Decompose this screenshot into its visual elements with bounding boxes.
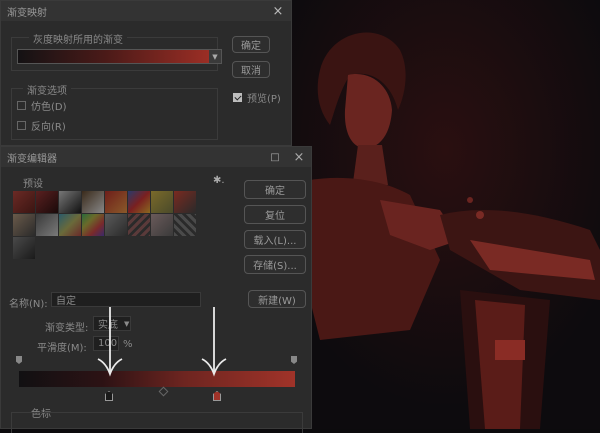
color-stop-group — [11, 412, 303, 433]
preset-swatch[interactable] — [36, 214, 58, 236]
background-photo — [290, 0, 600, 429]
gradient-map-titlebar[interactable]: 渐变映射 × — [1, 1, 291, 21]
arrow-down-icon — [97, 307, 123, 377]
preset-swatch[interactable] — [105, 214, 127, 236]
color-stop-red[interactable] — [213, 391, 221, 401]
opacity-stop-right[interactable] — [291, 356, 297, 364]
options-group-label: 渐变选项 — [23, 82, 71, 97]
preset-swatch[interactable] — [36, 191, 58, 213]
preset-swatch[interactable] — [128, 214, 150, 236]
ok-button[interactable]: 确定 — [232, 36, 270, 53]
preset-swatch[interactable] — [13, 237, 35, 259]
reset-button[interactable]: 复位 — [244, 205, 306, 224]
new-button[interactable]: 新建(W) — [248, 290, 306, 308]
preset-swatch[interactable] — [174, 191, 196, 213]
gear-icon[interactable]: ✱. — [213, 175, 225, 186]
ok-button[interactable]: 确定 — [244, 180, 306, 199]
cancel-button[interactable]: 取消 — [232, 61, 270, 78]
chevron-down-icon: ▼ — [124, 319, 130, 328]
preset-swatch[interactable] — [105, 191, 127, 213]
preview-label: 预览(P) — [247, 94, 281, 105]
gradient-map-dialog: 渐变映射 × 灰度映射所用的渐变 ▼ 渐变选项 仿色(D) 反向(R) 确定 取… — [0, 0, 292, 146]
preview-checkbox[interactable]: 预览(P) — [233, 90, 281, 105]
smoothness-unit: % — [123, 339, 133, 350]
preset-swatch[interactable] — [128, 191, 150, 213]
preset-swatch[interactable] — [59, 214, 81, 236]
smoothness-label: 平滑度(M): — [37, 343, 87, 354]
preset-swatch[interactable] — [13, 191, 35, 213]
gradient-dropdown-arrow[interactable]: ▼ — [209, 49, 222, 64]
gradient-bar[interactable] — [19, 371, 295, 387]
gradient-preview[interactable] — [17, 49, 211, 64]
preset-swatch[interactable] — [151, 214, 173, 236]
checkbox-checked-icon[interactable] — [233, 93, 242, 102]
preset-swatch[interactable] — [82, 214, 104, 236]
dither-label: 仿色(D) — [31, 102, 67, 113]
preset-swatch[interactable] — [13, 214, 35, 236]
gradient-map-title: 渐变映射 — [7, 7, 47, 19]
reverse-checkbox[interactable]: 反向(R) — [17, 118, 66, 133]
arrow-down-icon — [201, 307, 227, 377]
gradient-editor-titlebar[interactable]: 渐变编辑器 □ × — [1, 147, 311, 167]
type-label: 渐变类型: — [45, 323, 89, 334]
preset-swatch[interactable] — [59, 191, 81, 213]
close-icon[interactable]: × — [271, 4, 285, 19]
preset-swatches — [13, 191, 201, 263]
gradient-group-label: 灰度映射所用的渐变 — [29, 31, 127, 46]
color-stop-dark[interactable] — [105, 391, 113, 401]
save-button[interactable]: 存储(S)... — [244, 255, 306, 274]
checkbox-icon[interactable] — [17, 101, 26, 110]
preset-swatch[interactable] — [174, 214, 196, 236]
name-input[interactable]: 自定 — [51, 292, 201, 307]
maximize-icon[interactable]: □ — [269, 151, 281, 163]
reverse-label: 反向(R) — [31, 122, 66, 133]
midpoint-diamond-icon[interactable] — [158, 386, 169, 397]
preset-swatch[interactable] — [151, 191, 173, 213]
gradient-editor-dialog: 渐变编辑器 □ × 预设 ✱. 确定 复位 载入(L)... 存储(S)... … — [0, 146, 312, 433]
presets-label: 预设 — [23, 179, 43, 190]
checkbox-icon[interactable] — [17, 121, 26, 130]
load-button[interactable]: 载入(L)... — [244, 230, 306, 249]
preset-swatch[interactable] — [82, 191, 104, 213]
opacity-stop-left[interactable] — [16, 356, 22, 364]
dither-checkbox[interactable]: 仿色(D) — [17, 98, 67, 113]
name-label: 名称(N): — [9, 299, 48, 310]
close-icon[interactable]: × — [293, 150, 305, 165]
gradient-editor-title: 渐变编辑器 — [7, 153, 57, 165]
